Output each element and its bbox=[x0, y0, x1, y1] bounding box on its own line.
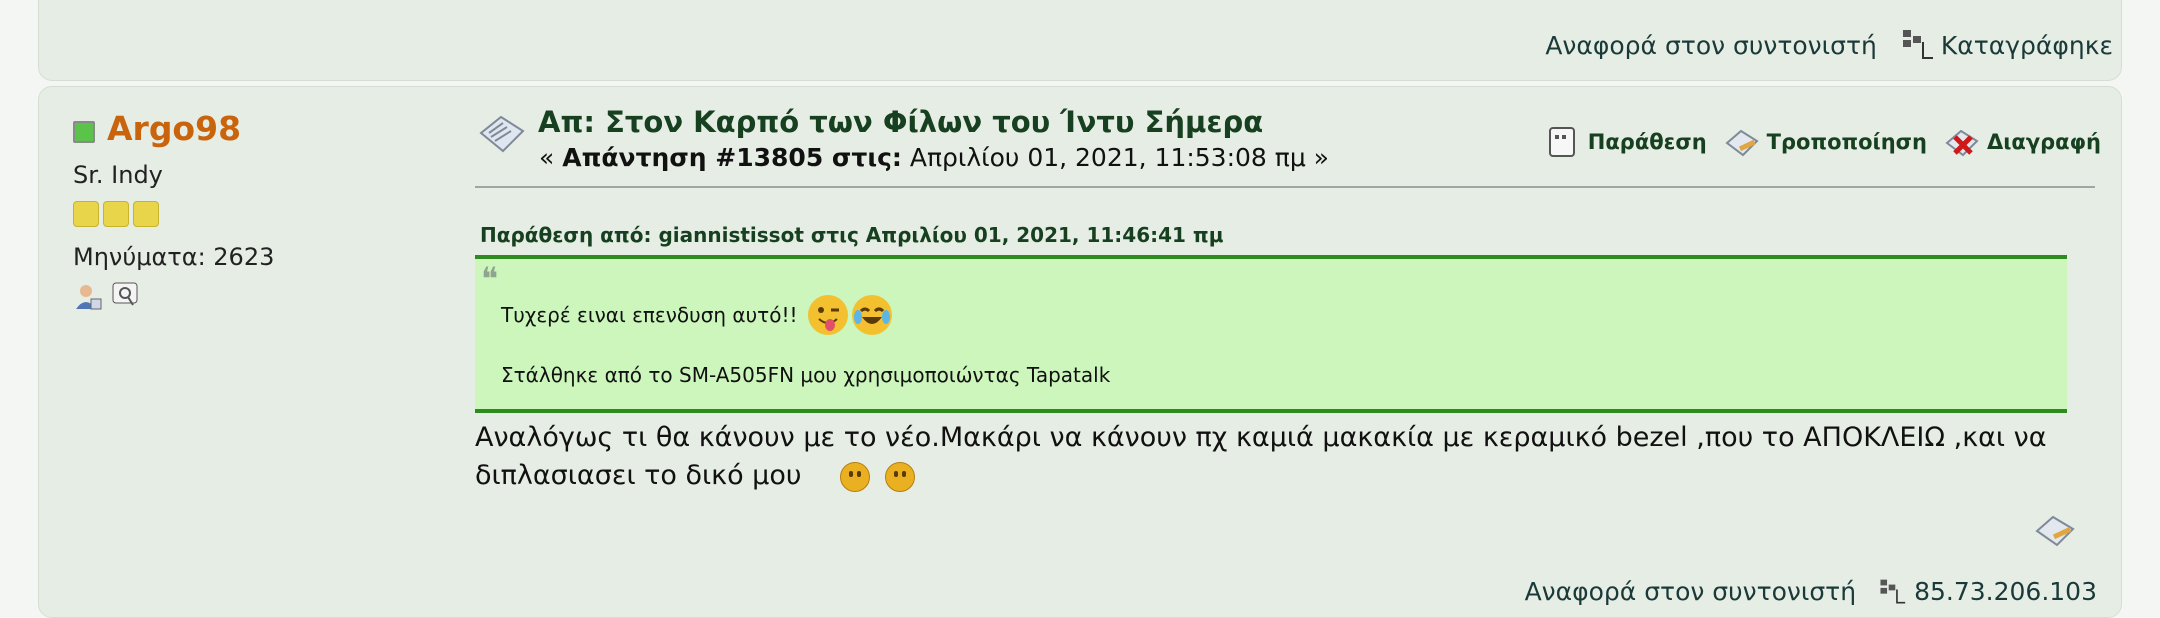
logged-label: Καταγράφηκε bbox=[1940, 30, 2113, 60]
star-icon bbox=[133, 201, 159, 227]
laughing-tears-emoji-icon bbox=[851, 295, 892, 335]
report-to-moderator-link[interactable]: Αναφορά στον συντονιστή bbox=[1525, 577, 1857, 606]
inline-edit-icon[interactable] bbox=[2035, 513, 2075, 547]
quote-block: ❝ Τυχερέ ειναι επενδυση αυτό!! Στάλθηκε … bbox=[475, 255, 2067, 413]
ip-address: 85.73.206.103 bbox=[1914, 577, 2097, 606]
author-icons bbox=[73, 281, 141, 311]
modify-label: Τροποποίηση bbox=[1766, 130, 1927, 154]
post-body-text: Αναλόγως τι θα κάνουν με το νέο.Μακάρι ν… bbox=[475, 422, 2047, 491]
author-rank: Sr. Indy bbox=[73, 161, 163, 189]
quote-text-line: Τυχερέ ειναι επενδυση αυτό!! bbox=[501, 303, 798, 327]
logged-ip-icon bbox=[1902, 30, 1933, 59]
author-post-count: Μηνύματα: 2623 bbox=[73, 243, 275, 271]
post-footer: Αναφορά στον συντονιστή 85.73.206.103 bbox=[1525, 577, 2097, 606]
online-status-icon bbox=[73, 121, 95, 143]
quote-header[interactable]: Παράθεση από: giannistissot στις Απριλίο… bbox=[480, 223, 1223, 247]
delete-icon bbox=[1945, 129, 1979, 157]
modify-button[interactable]: Τροποποίηση bbox=[1725, 125, 1927, 159]
reply-number: Απάντηση #13805 στις: bbox=[562, 143, 902, 172]
edit-icon bbox=[1725, 129, 1759, 157]
post-header-divider bbox=[475, 186, 2095, 188]
quote-icon bbox=[1548, 127, 1575, 157]
previous-post-footer: Αναφορά στον συντονιστή Καταγράφηκε bbox=[1545, 28, 2113, 62]
previous-post: Αναφορά στον συντονιστή Καταγράφηκε bbox=[38, 0, 2122, 81]
rank-stars bbox=[73, 201, 159, 227]
smiley-icon bbox=[884, 461, 915, 492]
winking-tongue-emoji-icon bbox=[807, 295, 848, 335]
quote-mark-icon: ❝ bbox=[481, 260, 499, 298]
profile-icon[interactable] bbox=[73, 281, 103, 311]
quote-button[interactable]: Παράθεση bbox=[1546, 125, 1707, 159]
search-posts-icon[interactable] bbox=[111, 281, 141, 311]
star-icon bbox=[73, 201, 99, 227]
post-body: Αναλόγως τι θα κάνουν με το νέο.Μακάρι ν… bbox=[475, 419, 2115, 495]
forum-post: Argo98 Sr. Indy Μηνύματα: 2623 Απ: Στον … bbox=[38, 86, 2122, 618]
quote-text: Τυχερέ ειναι επενδυση αυτό!! bbox=[501, 295, 892, 335]
post-subject-link[interactable]: Απ: Στον Καρπό των Φίλων του Ίντυ Σήμερα bbox=[538, 105, 1263, 139]
star-icon bbox=[103, 201, 129, 227]
reply-prefix: « bbox=[539, 143, 563, 172]
topic-icon bbox=[479, 115, 525, 153]
report-to-moderator-link[interactable]: Αναφορά στον συντονιστή bbox=[1545, 31, 1877, 60]
quote-signature: Στάλθηκε από το SM-A505FN μου χρησιμοποι… bbox=[501, 363, 1111, 387]
delete-label: Διαγραφή bbox=[1986, 130, 2101, 154]
delete-button[interactable]: Διαγραφή bbox=[1945, 125, 2101, 159]
ip-logged-icon bbox=[1880, 579, 1906, 604]
reply-date: Απριλίου 01, 2021, 11:53:08 πμ » bbox=[901, 143, 1329, 172]
quote-label: Παράθεση bbox=[1587, 130, 1707, 154]
author-username[interactable]: Argo98 bbox=[107, 109, 241, 148]
smiley-icon bbox=[840, 461, 871, 492]
post-actions: Παράθεση Τροποποίηση Διαγραφή bbox=[1546, 125, 2101, 159]
reply-info: « Απάντηση #13805 στις: Απριλίου 01, 202… bbox=[539, 143, 1329, 172]
